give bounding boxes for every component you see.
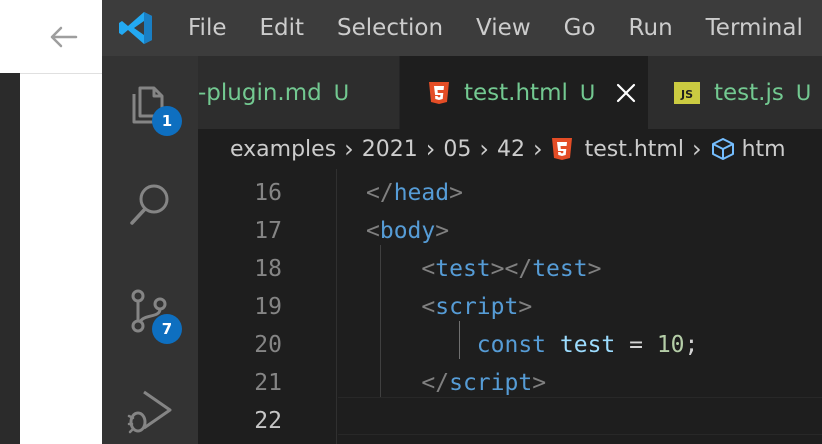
symbol-element-icon [711, 138, 734, 160]
code-token: test [559, 332, 616, 358]
menu-edit[interactable]: Edit [260, 15, 305, 41]
chevron-right-icon: › [532, 135, 543, 163]
outer-dark-strip [0, 73, 20, 444]
explorer-badge: 1 [152, 106, 182, 136]
code-token: 10 [656, 332, 685, 358]
vscode-logo-icon [119, 12, 152, 44]
code-token: > [532, 370, 547, 396]
svg-text:JS: JS [680, 88, 693, 101]
code-line[interactable]: </script> [366, 364, 546, 402]
tab-plugin-md[interactable]: -plugin.md U [198, 56, 400, 129]
run-debug-icon[interactable] [126, 386, 174, 434]
menu-terminal[interactable]: Terminal [706, 15, 803, 41]
untracked-status: U [333, 80, 350, 105]
chevron-right-icon: › [691, 135, 702, 163]
html5-file-icon [551, 138, 572, 160]
title-bar: File Edit Selection View Go Run Terminal [102, 0, 822, 56]
breadcrumb-item[interactable]: 42 [497, 137, 525, 162]
breadcrumb-item[interactable]: test.html [585, 137, 684, 162]
code-token: > [449, 180, 463, 206]
code-token: </ [366, 180, 394, 206]
code-line[interactable]: <body> [366, 212, 449, 250]
code-token: ></ [490, 256, 533, 282]
chevron-right-icon: › [479, 135, 489, 163]
current-line-highlight [338, 397, 822, 435]
untracked-status: U [579, 80, 596, 105]
breadcrumb-path: examples › 2021 › 05 › 42 › test.html › … [198, 135, 786, 163]
code-token: < [366, 218, 380, 244]
chevron-right-icon: › [344, 135, 354, 163]
code-token: test [435, 256, 491, 282]
tab-label: test.js [714, 79, 784, 106]
tab-label: -plugin.md [198, 79, 322, 106]
tab-test-html[interactable]: test.html U [400, 56, 648, 129]
breadcrumb-item[interactable]: examples [230, 137, 336, 162]
gutter-separator [336, 169, 337, 444]
line-number: 21 [254, 370, 282, 396]
code-token: ; [684, 332, 699, 358]
code-line[interactable]: </head> [366, 174, 463, 212]
code-line[interactable]: <test></test> [366, 250, 601, 288]
code-line[interactable]: <script> [366, 288, 532, 326]
code-editor[interactable]: 16 </head> 17 <body> 18 <test></test> 19 <scr… [198, 169, 822, 444]
js-file-icon: JS [674, 81, 700, 104]
code-token: script [449, 370, 533, 396]
outer-window-strip [0, 0, 102, 444]
code-token: script [435, 294, 519, 320]
code-token: head [393, 180, 450, 206]
line-number: 20 [254, 332, 282, 358]
line-number: 16 [254, 180, 282, 206]
line-number: 18 [254, 256, 282, 282]
code-token: > [435, 218, 450, 244]
code-token: = [615, 332, 657, 358]
menu-selection[interactable]: Selection [337, 15, 443, 41]
chevron-right-icon: › [425, 135, 436, 163]
line-number: 19 [254, 294, 282, 320]
breadcrumb: examples › 2021 › 05 › 42 › test.html › … [198, 129, 822, 169]
menu-bar: File Edit Selection View Go Run Terminal [188, 0, 822, 56]
editor-tab-bar: -plugin.md U test.html U JS test.js U [198, 56, 822, 129]
menu-run[interactable]: Run [629, 15, 673, 41]
close-tab-icon[interactable] [615, 82, 637, 104]
code-token: > [587, 256, 602, 282]
code-token: < [421, 294, 436, 320]
code-token: body [379, 218, 436, 244]
back-arrow-icon[interactable] [46, 20, 80, 54]
breadcrumb-item[interactable]: 05 [443, 137, 471, 162]
line-number: 17 [254, 218, 282, 244]
breadcrumb-item[interactable]: 2021 [362, 137, 418, 162]
menu-view[interactable]: View [476, 15, 531, 41]
code-token: </ [421, 370, 450, 396]
scm-badge: 7 [152, 314, 182, 344]
tab-test-js[interactable]: JS test.js U [648, 56, 822, 129]
code-token: < [421, 256, 436, 282]
code-line[interactable]: const test = 10; [366, 326, 699, 364]
activity-bar: 1 7 [102, 56, 198, 444]
code-token: > [518, 294, 533, 320]
menu-file[interactable]: File [188, 15, 227, 41]
html5-file-icon [429, 81, 449, 104]
breadcrumb-item[interactable]: htm [742, 137, 786, 162]
tab-label: test.html [464, 79, 568, 106]
menu-go[interactable]: Go [564, 15, 596, 41]
line-number: 22 [254, 408, 282, 434]
code-token: const [476, 332, 547, 358]
untracked-status: U [795, 80, 812, 105]
search-icon[interactable] [126, 180, 174, 228]
code-token: test [532, 256, 588, 282]
